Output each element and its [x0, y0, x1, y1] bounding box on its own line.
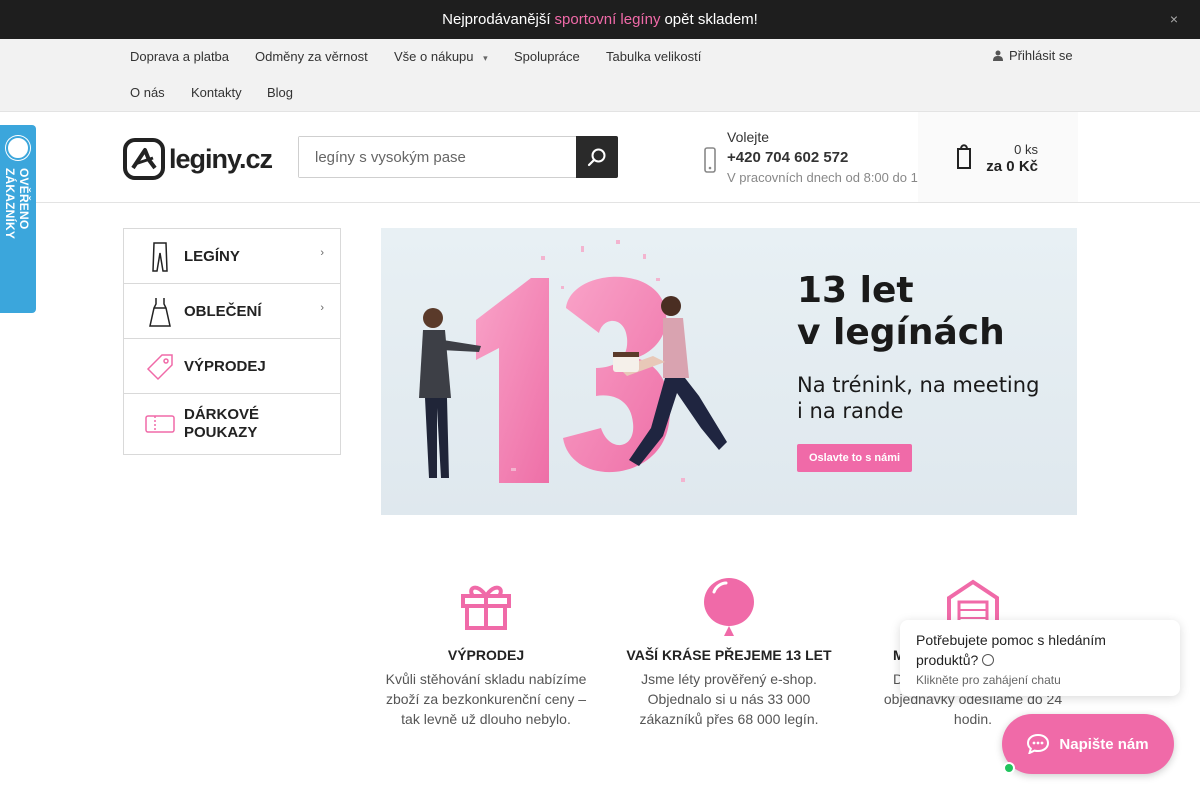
announcement-link[interactable]: sportovní legíny [555, 11, 661, 28]
category-label: DÁRKOVÉ POUKAZY [184, 406, 260, 441]
balloon-icon [704, 578, 754, 636]
chat-question-text: Potřebujete pomoc s hledáním produktů? [916, 632, 1106, 668]
feature-title: VAŠÍ KRÁSE PŘEJEME 13 LET [626, 647, 832, 663]
logo-mark-icon [123, 138, 165, 180]
cart-total: za 0 Kč [986, 158, 1038, 175]
banner-headline: 13 let v legínách [797, 270, 1005, 354]
close-icon[interactable]: × [1170, 11, 1178, 27]
leggings-icon [152, 242, 168, 272]
chevron-right-icon: › [320, 302, 324, 314]
announcement-bar: Nejprodávanější sportovní legíny opět sk… [0, 0, 1200, 39]
nav-item-blog[interactable]: Blog [267, 85, 293, 100]
nav-item-cooperation[interactable]: Spolupráce [514, 49, 580, 64]
chat-button[interactable]: Napište nám [1002, 714, 1174, 774]
nav-item-about-us[interactable]: O nás [130, 85, 165, 100]
site-header: leginy.cz Volejte +420 704 602 572 V pra… [0, 112, 1200, 203]
banner-sub-line1: Na trénink, na meeting [797, 373, 1040, 397]
feature-description: Kvůli stěhování skladu nabízíme zboží za… [385, 671, 587, 727]
category-item-gift-vouchers[interactable]: DÁRKOVÉ POUKAZY [124, 394, 340, 454]
nav-item-size-chart[interactable]: Tabulka velikostí [606, 49, 701, 64]
banner-sub-line2: i na rande [797, 399, 904, 423]
user-icon [993, 50, 1003, 61]
chat-question: Potřebujete pomoc s hledáním produktů? [916, 630, 1166, 670]
top-navigation: Doprava a platba Odměny za věrnost Vše o… [0, 39, 1200, 112]
login-link[interactable]: Přihlásit se [993, 48, 1073, 63]
login-label: Přihlásit se [1009, 48, 1073, 63]
phone-number[interactable]: +420 704 602 572 [727, 149, 848, 166]
nav-item-shipping[interactable]: Doprava a platba [130, 49, 229, 64]
smile-icon [982, 654, 995, 666]
sale-tag-icon [146, 354, 173, 381]
category-label: VÝPRODEJ [184, 358, 266, 375]
shopping-bag-icon [956, 140, 972, 178]
dress-icon [149, 298, 171, 327]
nav-item-about-shopping[interactable]: Vše o nákupu ▾ [394, 49, 488, 64]
verified-badge-text: OVĚŘENO ZÁKAZNÍKY [3, 168, 31, 240]
chat-hint: Klikněte pro zahájení chatu [916, 673, 1061, 687]
call-label: Volejte [727, 129, 770, 145]
site-logo[interactable]: leginy.cz [123, 138, 273, 180]
call-hours: V pracovních dnech od 8:00 do 1 [727, 170, 918, 185]
chevron-right-icon: › [320, 247, 324, 259]
chat-bubble-icon [1027, 734, 1050, 754]
banner-subheadline: Na trénink, na meeting i na rande [797, 372, 1039, 424]
category-label: OBLEČENÍ [184, 303, 262, 320]
search-button[interactable] [576, 136, 618, 178]
chat-prompt-popup[interactable]: Potřebujete pomoc s hledáním produktů? K… [900, 620, 1180, 696]
banner-headline-line2: v legínách [797, 312, 1005, 353]
verified-seal-icon [6, 136, 30, 160]
online-status-indicator [1003, 762, 1015, 774]
banner-headline-line1: 13 let [797, 270, 914, 311]
category-menu: LEGÍNY › OBLEČENÍ › VÝPRODEJ DÁRKOVÉ POU… [123, 228, 341, 455]
phone-icon [704, 147, 716, 179]
announcement-text-before: Nejprodávanější [442, 11, 551, 28]
verified-customers-badge[interactable]: OVĚŘENO ZÁKAZNÍKY [0, 125, 36, 313]
gift-icon [461, 585, 511, 630]
banner-cta-button[interactable]: Oslavte to s námi [797, 444, 912, 472]
cart-count: 0 ks [1014, 142, 1038, 157]
chevron-down-icon: ▾ [483, 53, 488, 63]
search-box [298, 136, 618, 178]
search-icon [587, 148, 606, 167]
search-input[interactable] [299, 137, 577, 177]
logo-text: leginy.cz [169, 143, 273, 174]
category-item-leggings[interactable]: LEGÍNY › [124, 229, 340, 284]
feature-description: Jsme léty prověřený e-shop. Objednalo si… [639, 671, 819, 727]
nav-item-loyalty[interactable]: Odměny za věrnost [255, 49, 368, 64]
category-item-clothing[interactable]: OBLEČENÍ › [124, 284, 340, 339]
category-label: LEGÍNY [184, 248, 240, 265]
nav-item-contacts[interactable]: Kontakty [191, 85, 242, 100]
cart-button[interactable]: 0 ks za 0 Kč [918, 112, 1078, 202]
category-item-sale[interactable]: VÝPRODEJ [124, 339, 340, 394]
voucher-icon [145, 415, 175, 433]
announcement-text-after: opět skladem! [664, 11, 758, 28]
feature-title: VÝPRODEJ [447, 647, 525, 663]
hero-banner[interactable]: 13 let v legínách Na trénink, na meeting… [381, 228, 1077, 515]
chat-button-label: Napište nám [1059, 735, 1149, 753]
nav-item-about-shopping-label: Vše o nákupu [394, 49, 474, 64]
